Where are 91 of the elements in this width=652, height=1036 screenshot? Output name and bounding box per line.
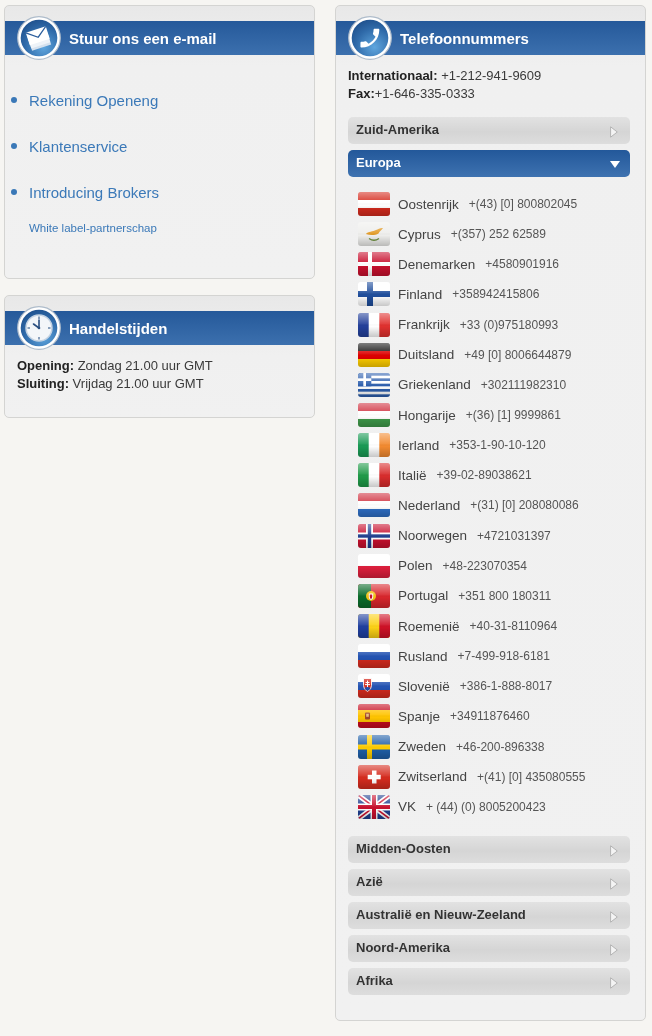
flag-icon <box>358 764 390 789</box>
flag-icon <box>358 192 390 217</box>
flag-icon <box>358 312 390 337</box>
triangle-right-icon <box>610 976 618 989</box>
phone-number: +49 [0] 8006644879 <box>464 347 572 362</box>
flag-icon <box>358 282 390 307</box>
flag-icon <box>358 372 390 397</box>
phone-number: +34911876460 <box>450 709 530 724</box>
flag-icon <box>358 252 390 277</box>
phone-number: +351 800 180311 <box>458 588 552 603</box>
country-name: Slovenië <box>398 678 450 694</box>
region-toggle[interactable]: Azië <box>348 868 630 896</box>
bullet-icon <box>11 97 17 103</box>
triangle-down-icon <box>610 160 620 168</box>
phone-number: +(36) [1] 9999861 <box>465 408 561 423</box>
phone-number: + (44) (0) 8005200423 <box>426 799 546 814</box>
bullet-icon <box>11 143 17 149</box>
flag-icon <box>358 523 390 548</box>
country-name: Hongarije <box>398 407 456 423</box>
phone-number: +(43) [0] 800802045 <box>468 197 578 212</box>
flag-icon <box>358 493 390 518</box>
flag-icon <box>358 342 390 367</box>
flag-icon <box>358 463 390 488</box>
phone-number: +7-499-918-6181 <box>457 649 550 664</box>
phone-number: +48-223070354 <box>442 558 527 573</box>
region-toggle[interactable]: Afrika <box>348 967 630 995</box>
country-name: Frankrijk <box>398 317 450 333</box>
triangle-right-icon <box>610 844 618 857</box>
triangle-right-icon <box>610 126 618 138</box>
flag-icon <box>358 614 390 639</box>
phone-number: +(41) [0] 435080555 <box>477 769 586 784</box>
link[interactable]: Rekening Openeng <box>29 91 159 109</box>
phone-number: +(31) [0] 208080086 <box>470 498 579 513</box>
link[interactable]: Introducing Brokers <box>29 183 160 201</box>
flag-icon <box>358 403 390 428</box>
panel-title: Telefoonnummers <box>400 29 529 47</box>
country-name: Nederland <box>398 497 461 513</box>
phone-number: +4721031397 <box>477 528 551 543</box>
country-name: Finland <box>398 287 443 302</box>
phone-number: +33 (0)975180993 <box>459 317 559 332</box>
country-name: VK <box>398 799 416 815</box>
bullet-icon <box>11 189 17 195</box>
flag-icon <box>358 794 390 819</box>
flag-icon <box>358 704 390 729</box>
phone-number: +353-1-90-10-120 <box>449 438 546 453</box>
region-toggle[interactable]: Zuid-Amerika <box>348 117 630 144</box>
triangle-right-icon <box>610 943 618 956</box>
phone-icon <box>348 16 392 60</box>
panel-title: Stuur ons een e-mail <box>69 29 217 47</box>
country-name: Portugal <box>398 588 449 604</box>
country-name: Zwitserland <box>398 769 468 785</box>
clock-icon <box>17 306 61 350</box>
flag-icon <box>358 433 390 458</box>
country-name: Noorwegen <box>398 528 468 544</box>
phone-number: +40-31-8110964 <box>469 619 558 634</box>
region-toggle[interactable]: Midden-Oosten <box>348 835 630 863</box>
flag-icon <box>358 583 390 608</box>
flag-icon <box>358 734 390 759</box>
country-name: Cyprus <box>398 226 441 242</box>
phone-number: +46-200-896338 <box>456 739 545 754</box>
phone-number: +4580901916 <box>485 257 560 272</box>
country-name: Polen <box>398 558 433 574</box>
contact-line: Internationaal: +1-212-941-9609 <box>348 69 542 83</box>
contact-line: Fax:+1-646-335-0333 <box>348 87 475 101</box>
phone-number: +39-02-89038621 <box>436 468 532 483</box>
region-toggle[interactable]: Europa <box>348 150 630 177</box>
hours-line: Opening: Zondag 21.00 uur GMT <box>17 358 213 374</box>
country-name: Denemarken <box>398 256 476 272</box>
small-link[interactable]: White label-partnerschap <box>29 222 157 234</box>
country-name: Zweden <box>398 739 447 755</box>
region-toggle[interactable]: Australië en Nieuw-Zeeland <box>348 901 630 929</box>
envelope-icon <box>17 16 61 60</box>
country-name: Oostenrijk <box>398 196 459 212</box>
hours-line: Sluiting: Vrijdag 21.00 uur GMT <box>17 376 204 392</box>
country-name: Ierland <box>398 437 440 453</box>
panel-title: Handelstijden <box>69 319 168 337</box>
country-name: Roemenië <box>398 618 460 634</box>
phone-number: +302111982310 <box>480 377 567 392</box>
triangle-right-icon <box>610 877 618 890</box>
phone-number: +386-1-888-8017 <box>459 679 553 694</box>
phone-number: +(357) 252 62589 <box>450 227 546 242</box>
triangle-right-icon <box>610 910 618 923</box>
country-name: Italië <box>398 467 427 483</box>
country-name: Spanje <box>398 708 441 724</box>
country-name: Griekenland <box>398 377 471 393</box>
country-name: Rusland <box>398 648 448 664</box>
flag-icon <box>358 222 390 247</box>
phone-number: +358942415806 <box>452 287 540 302</box>
link[interactable]: Klantenservice <box>29 137 128 155</box>
region-toggle[interactable]: Noord-Amerika <box>348 934 630 962</box>
country-name: Duitsland <box>398 347 455 363</box>
